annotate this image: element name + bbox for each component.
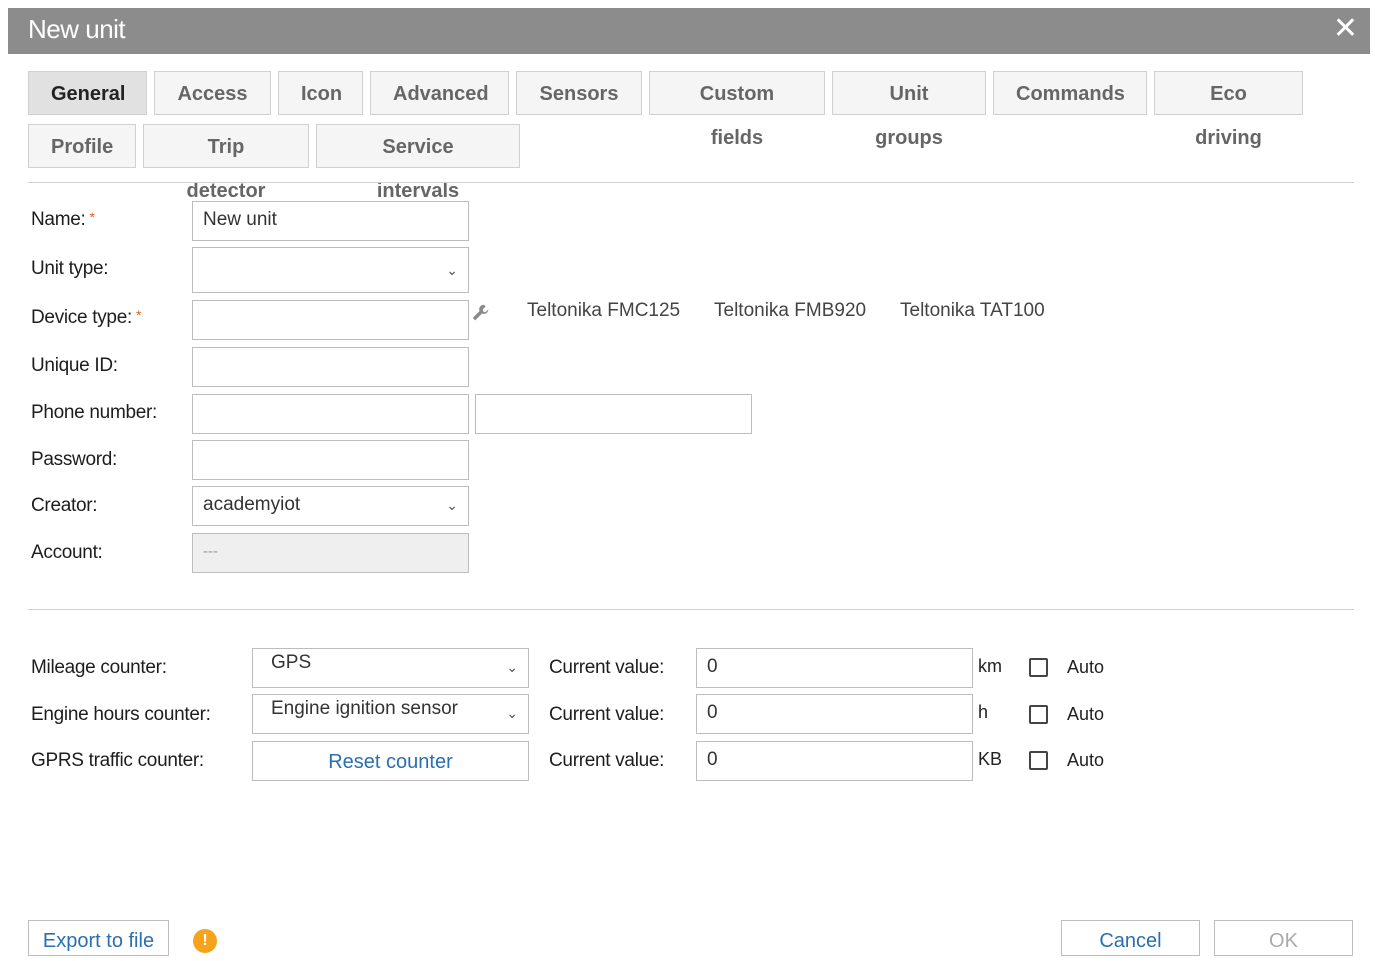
tabs-row-1: General Access Icon Advanced Sensors Cus… — [28, 71, 1303, 149]
unit-type-label: Unit type: — [31, 258, 109, 279]
export-to-file-button[interactable]: Export to file — [28, 920, 169, 956]
engine-hours-current-input[interactable]: 0 — [696, 694, 973, 734]
cancel-button[interactable]: Cancel — [1061, 920, 1200, 956]
close-icon[interactable]: ✕ — [1333, 14, 1358, 44]
account-label: Account: — [31, 542, 103, 563]
password-label: Password: — [31, 449, 118, 470]
mileage-auto-label: Auto — [1067, 657, 1105, 677]
reset-counter-button[interactable]: Reset counter — [252, 741, 529, 781]
tab-unit-groups[interactable]: Unit groups — [832, 71, 986, 149]
tab-advanced[interactable]: Advanced — [370, 71, 509, 115]
gprs-auto-label: Auto — [1067, 750, 1105, 770]
creator-select[interactable]: academyiot ⌄ — [192, 486, 469, 526]
tab-profile[interactable]: Profile — [28, 124, 136, 168]
chevron-down-icon: ⌄ — [446, 497, 458, 513]
chevron-down-icon: ⌄ — [506, 705, 518, 721]
gprs-current-label: Current value: — [549, 750, 665, 771]
tabs-row-2: Profile Trip detector Service intervals — [28, 124, 520, 202]
engine-hours-counter-value: Engine ignition sensor — [271, 698, 458, 719]
phone-number-input[interactable] — [192, 394, 469, 434]
mileage-counter-value: GPS — [271, 652, 312, 673]
creator-value: academyiot — [203, 494, 301, 515]
name-input[interactable]: New unit — [192, 201, 469, 241]
password-input[interactable] — [192, 440, 469, 480]
divider-top — [28, 182, 1354, 183]
unit-type-select[interactable]: ⌄ — [192, 247, 469, 293]
engine-hours-unit: h — [978, 702, 989, 722]
tab-access[interactable]: Access — [154, 71, 271, 115]
tab-sensors[interactable]: Sensors — [516, 71, 642, 115]
unique-id-label: Unique ID: — [31, 355, 118, 376]
dialog-title: New unit — [28, 14, 126, 44]
engine-hours-counter-label: Engine hours counter: — [31, 704, 211, 725]
tab-custom-fields[interactable]: Custom fields — [649, 71, 825, 149]
chevron-down-icon: ⌄ — [506, 659, 518, 675]
dialog-titlebar: New unit ✕ — [8, 8, 1370, 54]
mileage-current-label: Current value: — [549, 657, 665, 678]
device-suggestion-tat100[interactable]: Teltonika TAT100 — [900, 300, 1045, 322]
tab-commands[interactable]: Commands — [993, 71, 1147, 115]
engine-hours-auto-checkbox[interactable] — [1029, 705, 1048, 724]
wrench-icon[interactable] — [470, 302, 492, 324]
tab-service-intervals[interactable]: Service intervals — [316, 124, 520, 202]
mileage-counter-select[interactable]: GPS ⌄ — [252, 648, 529, 688]
phone-number-label: Phone number: — [31, 402, 158, 423]
device-suggestion-fmb920[interactable]: Teltonika FMB920 — [714, 300, 866, 322]
device-type-label: Device type: * — [31, 307, 142, 328]
gprs-counter-label: GPRS traffic counter: — [31, 750, 204, 771]
gprs-unit: KB — [978, 749, 1003, 769]
ok-button[interactable]: OK — [1214, 920, 1353, 956]
tab-icon[interactable]: Icon — [278, 71, 363, 115]
engine-hours-counter-select[interactable]: Engine ignition sensor ⌄ — [252, 694, 529, 734]
device-suggestion-fmc125[interactable]: Teltonika FMC125 — [527, 300, 680, 322]
tab-general[interactable]: General — [28, 71, 147, 115]
name-label: Name: * — [31, 209, 95, 230]
divider-middle — [28, 609, 1354, 610]
phone-number-input-2[interactable] — [475, 394, 752, 434]
tab-eco-driving[interactable]: Eco driving — [1154, 71, 1303, 149]
unique-id-input[interactable] — [192, 347, 469, 387]
mileage-counter-label: Mileage counter: — [31, 657, 167, 678]
gprs-auto-checkbox[interactable] — [1029, 751, 1048, 770]
chevron-down-icon: ⌄ — [446, 262, 458, 278]
mileage-auto-checkbox[interactable] — [1029, 658, 1048, 677]
mileage-unit: km — [978, 656, 1002, 676]
account-input: --- — [192, 533, 469, 573]
engine-hours-auto-label: Auto — [1067, 704, 1105, 724]
mileage-current-input[interactable]: 0 — [696, 648, 973, 688]
device-type-input[interactable] — [192, 300, 469, 340]
tab-trip-detector[interactable]: Trip detector — [143, 124, 309, 202]
creator-label: Creator: — [31, 495, 98, 516]
engine-hours-current-label: Current value: — [549, 704, 665, 725]
warning-icon[interactable]: ! — [193, 929, 217, 953]
gprs-current-input[interactable]: 0 — [696, 741, 973, 781]
